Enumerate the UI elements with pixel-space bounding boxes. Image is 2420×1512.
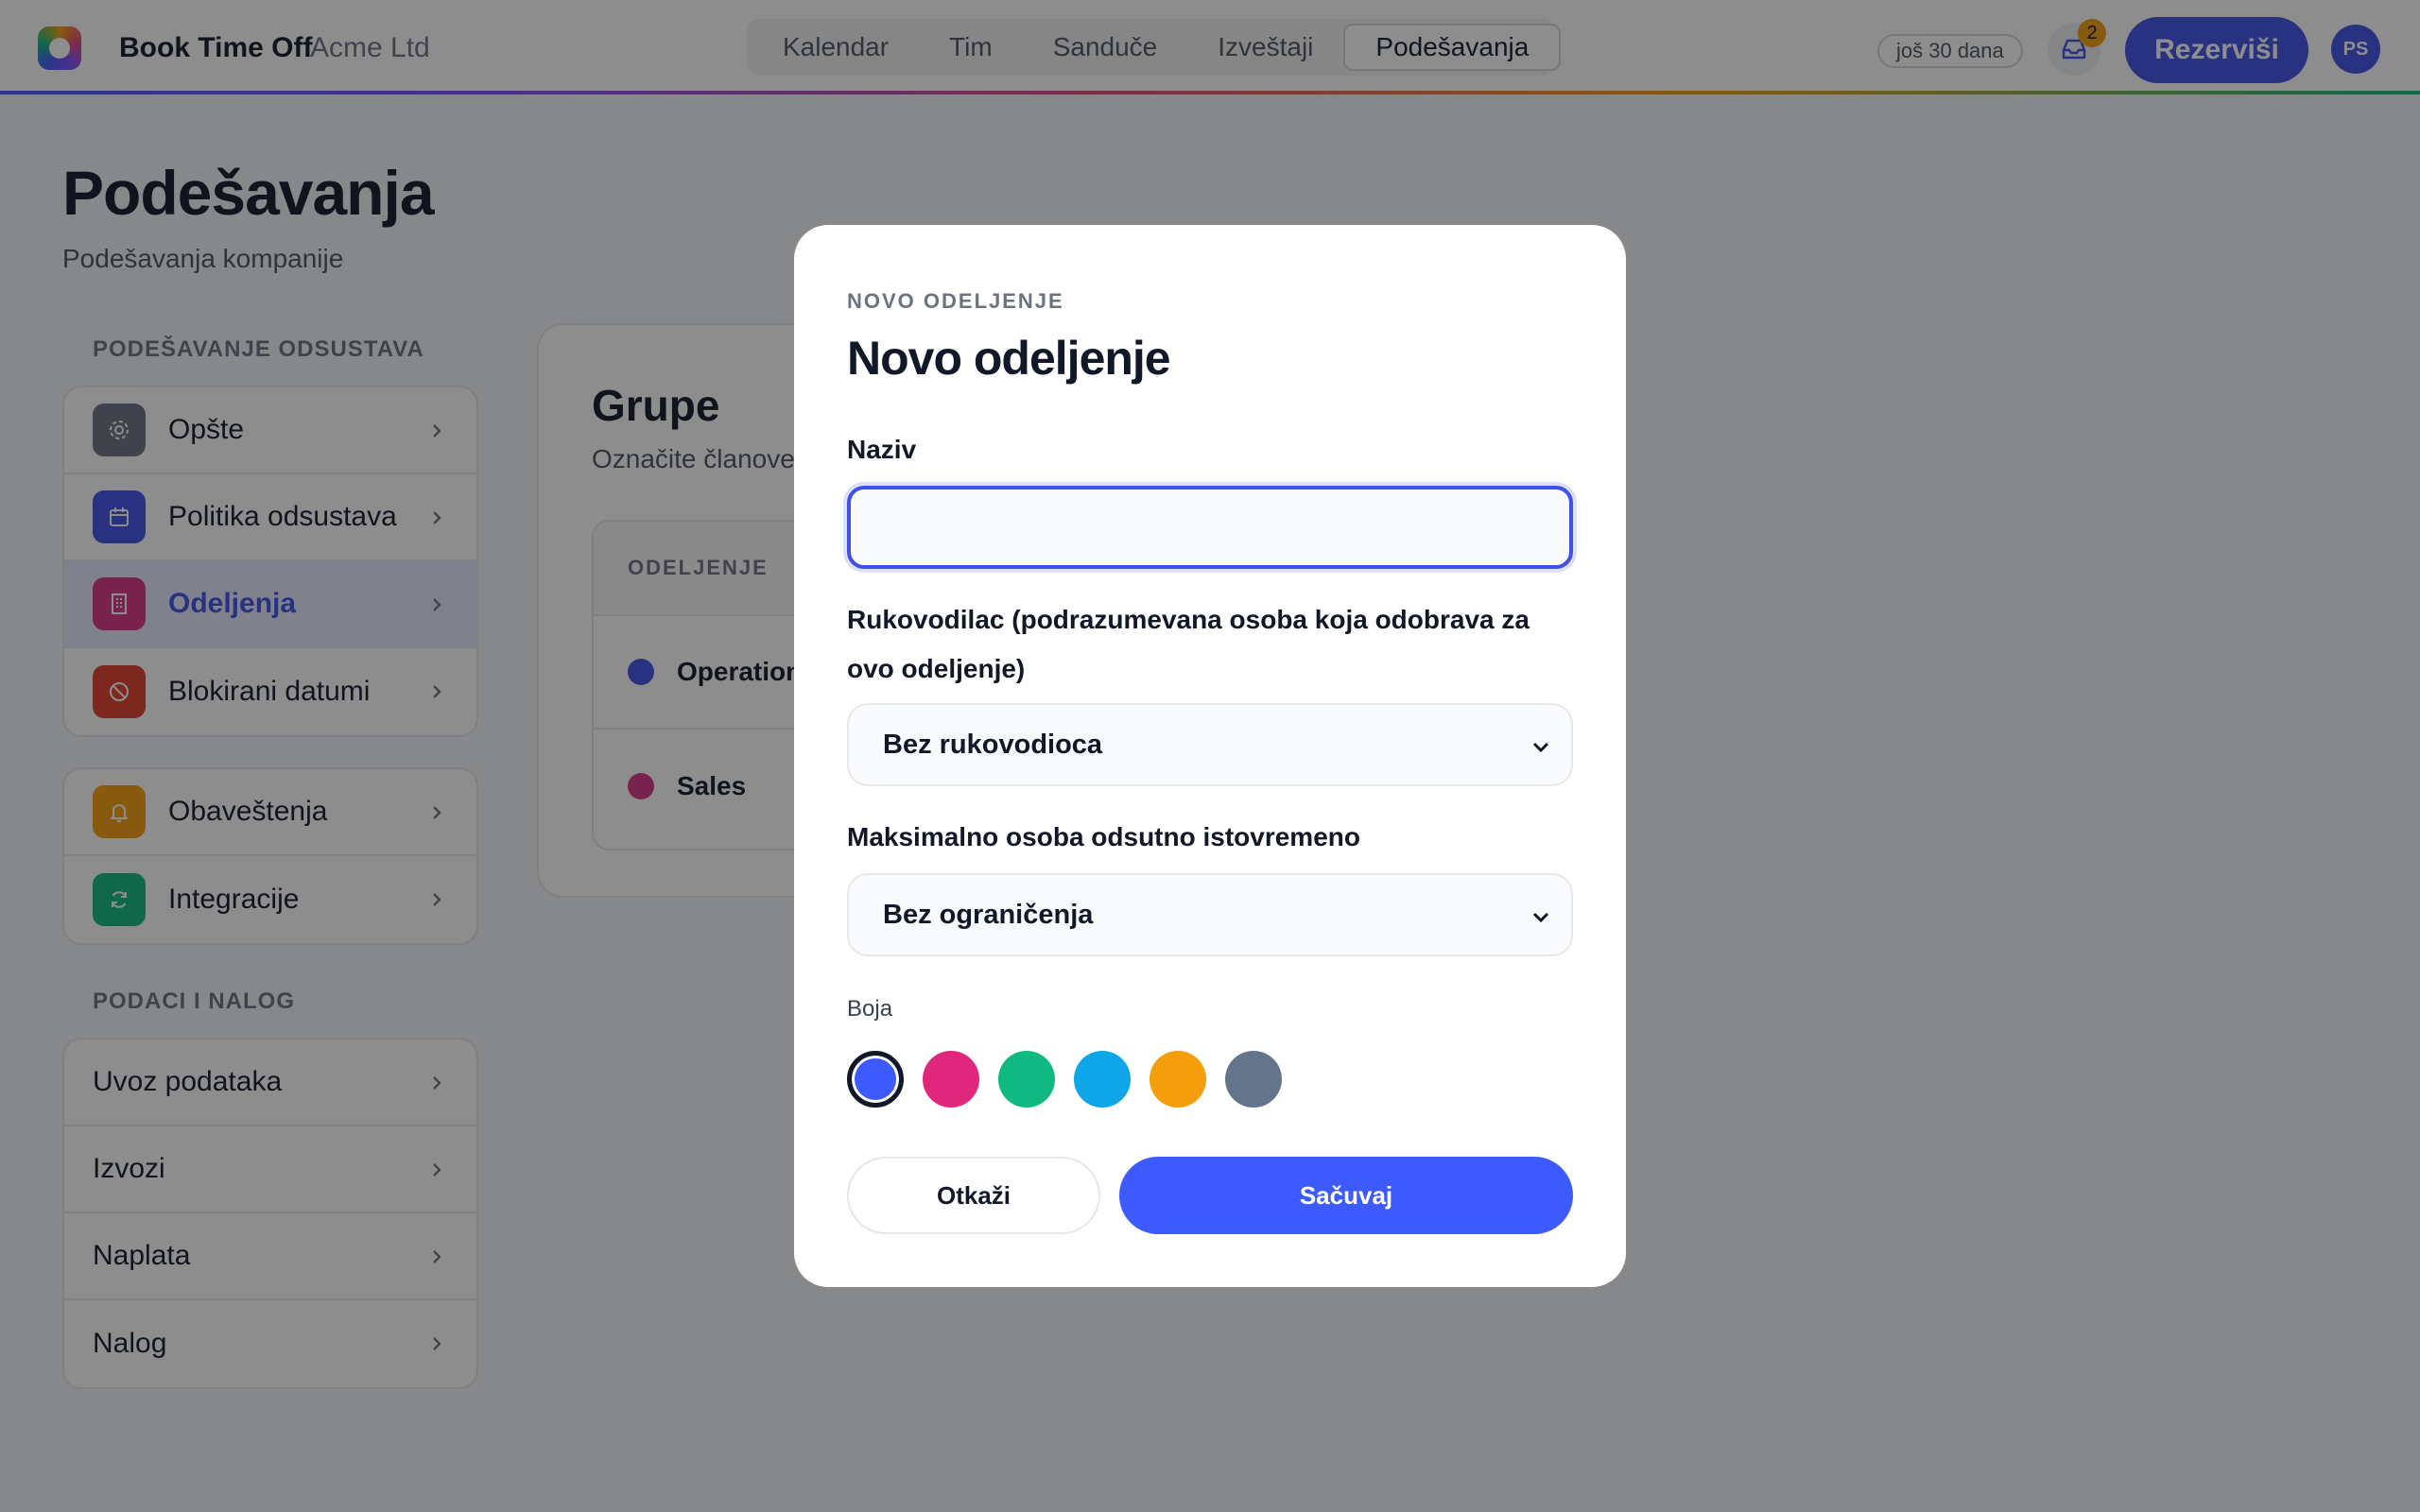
cancel-button[interactable]: Otkaži [847, 1157, 1100, 1234]
modal-title: Novo odeljenje [847, 332, 1171, 385]
color-swatch-amber[interactable] [1150, 1051, 1206, 1108]
color-swatch-sky[interactable] [1074, 1051, 1131, 1108]
color-swatch-blue[interactable] [847, 1051, 904, 1108]
new-department-modal: NOVO ODELJENJE Novo odeljenje Naziv Ruko… [794, 225, 1626, 1287]
color-label: Boja [847, 996, 893, 1022]
max-absent-select[interactable]: Bez ograničenja [847, 873, 1573, 956]
save-button[interactable]: Sačuvaj [1119, 1157, 1573, 1234]
color-swatch-pink[interactable] [923, 1051, 979, 1108]
manager-select-value: Bez rukovodioca [883, 729, 1103, 760]
manager-label: Rukovodilac (podrazumevana osoba koja od… [847, 605, 1530, 683]
chevron-down-icon [1532, 742, 1549, 753]
color-swatch-slate[interactable] [1225, 1051, 1282, 1108]
modal-eyebrow: NOVO ODELJENJE [847, 289, 1064, 313]
name-label: Naziv [847, 435, 917, 464]
color-swatch-green[interactable] [998, 1051, 1055, 1108]
name-input[interactable] [847, 486, 1573, 569]
max-absent-label: Maksimalno osoba odsutno istovremeno [847, 822, 1360, 851]
chevron-down-icon [1532, 912, 1549, 923]
manager-select[interactable]: Bez rukovodioca [847, 703, 1573, 786]
max-absent-select-value: Bez ograničenja [883, 899, 1094, 930]
color-picker [847, 1051, 1282, 1108]
